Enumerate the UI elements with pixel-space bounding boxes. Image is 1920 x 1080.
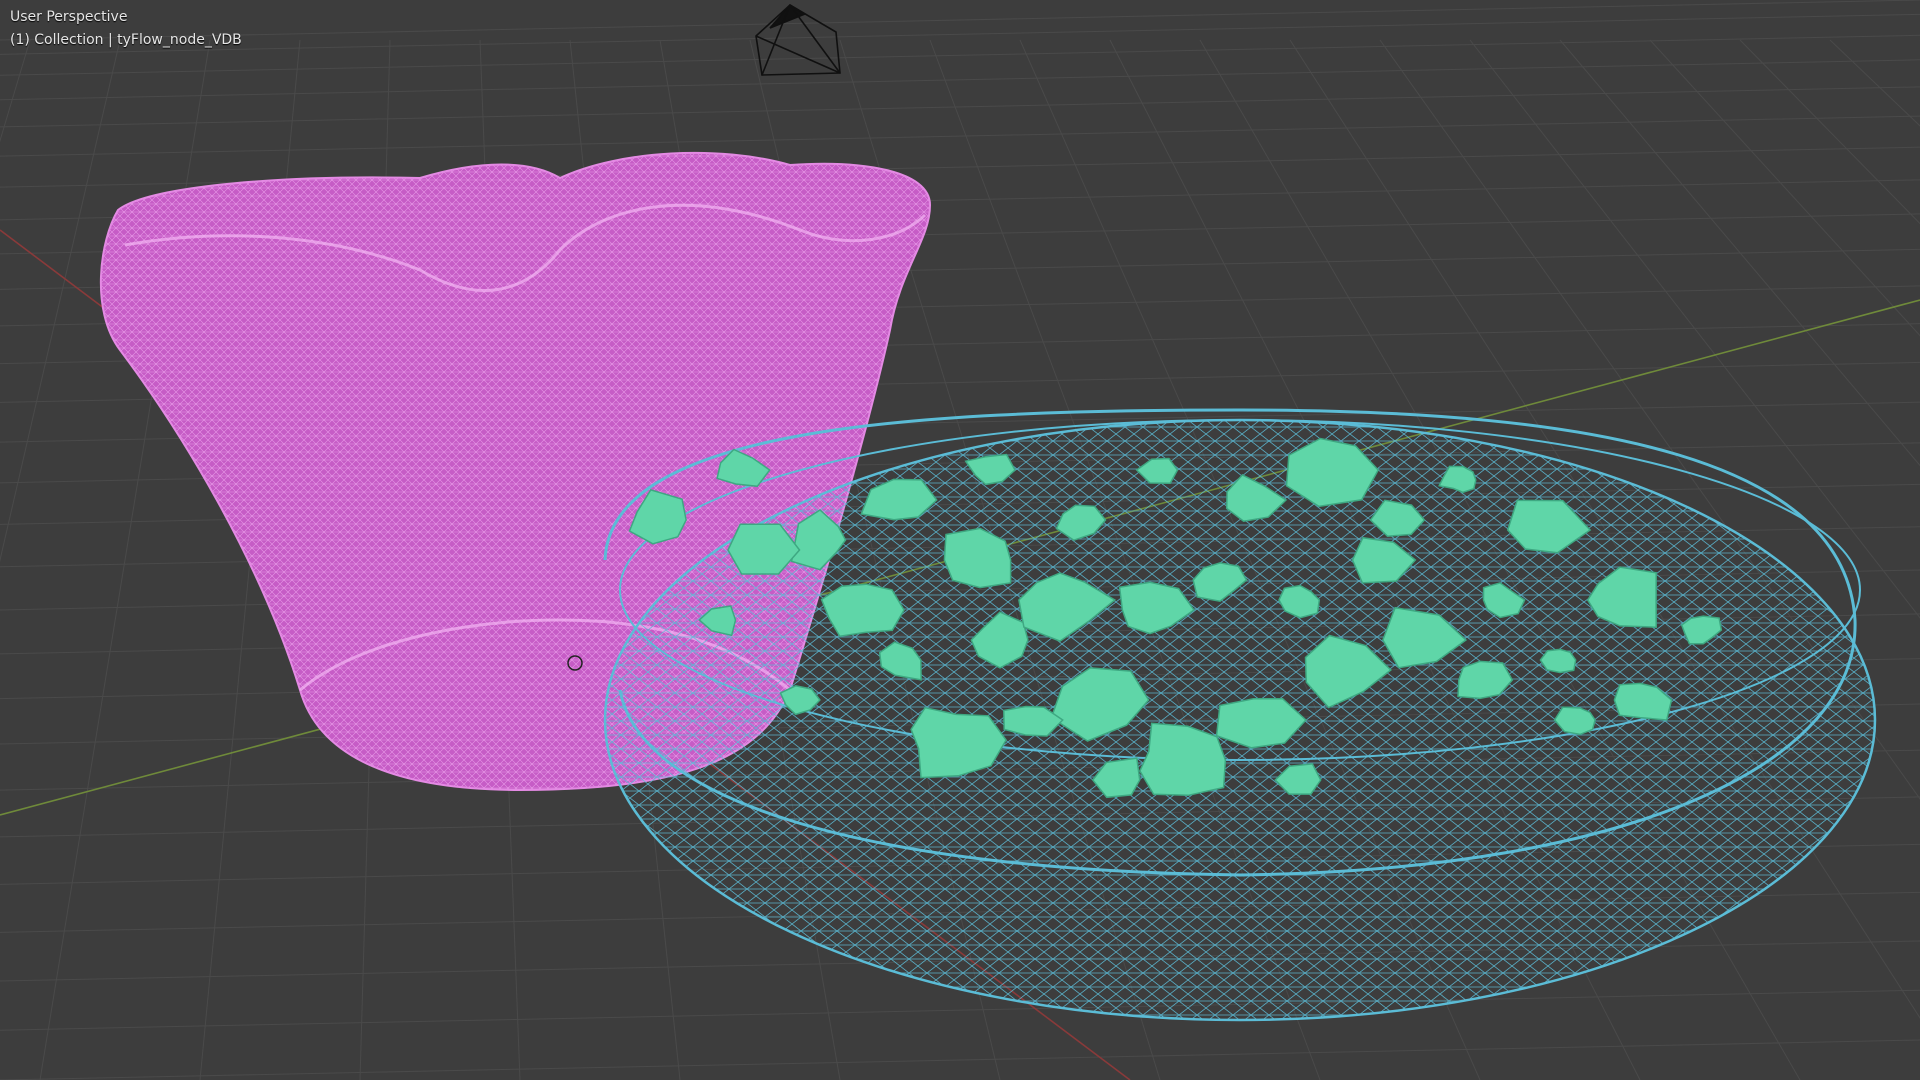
grid-line	[0, 115, 1920, 157]
grid-line	[0, 39, 121, 563]
3d-viewport[interactable]: User Perspective (1) Collection | tyFlow…	[0, 0, 1920, 1080]
grid-line	[0, 34, 1920, 76]
grid-line	[0, 989, 1920, 1031]
camera-object[interactable]	[755, 3, 841, 76]
viewport-scene[interactable]	[0, 0, 1920, 1080]
grid-line	[0, 39, 31, 143]
view-name-label: User Perspective	[10, 9, 128, 25]
fragment-piece[interactable]	[1539, 648, 1577, 674]
grid-line	[0, 1039, 1920, 1080]
collection-info-label: (1) Collection | tyFlow_node_VDB	[10, 32, 242, 48]
grid-line	[0, 59, 1920, 101]
